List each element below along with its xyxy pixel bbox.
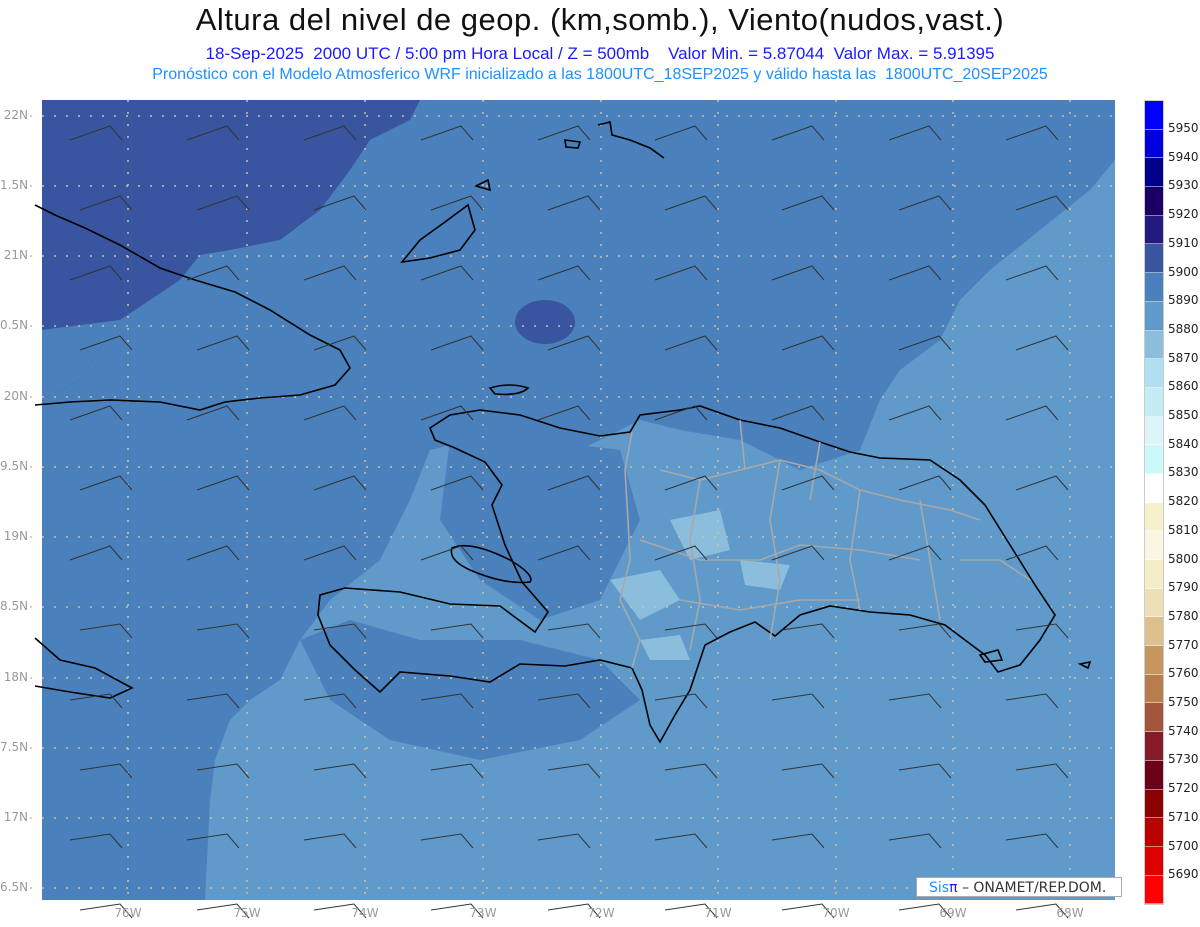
lon-tick-label: 74W bbox=[351, 906, 379, 920]
lat-tick-label: 1.5N bbox=[0, 178, 29, 192]
colorbar-label: 5780 bbox=[1168, 608, 1199, 623]
lat-tick-label: 21N bbox=[3, 248, 28, 262]
lat-tick-label: 22N bbox=[3, 108, 28, 122]
colorbar-swatch bbox=[1145, 273, 1163, 302]
colorbar-label: 5720 bbox=[1168, 781, 1199, 796]
colorbar-swatch bbox=[1145, 473, 1163, 503]
colorbar-swatch bbox=[1145, 301, 1163, 331]
colorbar-label: 5890 bbox=[1168, 293, 1199, 308]
colorbar-swatch bbox=[1145, 387, 1163, 417]
credit-box: Sisπ – ONAMET/REP.DOM. bbox=[916, 877, 1122, 897]
colorbar-swatch bbox=[1145, 703, 1163, 733]
colorbar-label: 5820 bbox=[1168, 494, 1199, 509]
colorbar-label: 5770 bbox=[1168, 637, 1199, 652]
lon-tick-label: 76W bbox=[114, 906, 142, 920]
colorbar-label: 5750 bbox=[1168, 695, 1199, 709]
colorbar-swatch bbox=[1145, 846, 1163, 876]
lon-tick-label: 71W bbox=[704, 906, 732, 920]
colorbar-swatch bbox=[1145, 732, 1163, 761]
colorbar-label: 5950 bbox=[1168, 121, 1199, 135]
lon-tick-label: 73W bbox=[469, 906, 497, 920]
lat-tick-label: 9.5N bbox=[0, 459, 29, 473]
colorbar-swatch bbox=[1145, 101, 1163, 130]
lon-tick-label: 75W bbox=[233, 906, 261, 920]
colorbar-label: 5910 bbox=[1168, 235, 1199, 250]
colorbar-label: 5860 bbox=[1168, 379, 1199, 394]
shading-5900-cell bbox=[515, 300, 575, 344]
colorbar-swatch bbox=[1145, 760, 1163, 790]
colorbar-swatch bbox=[1145, 588, 1163, 618]
colorbar-swatch bbox=[1145, 818, 1163, 847]
colorbar-label: 5930 bbox=[1168, 178, 1199, 193]
colorbar-label: 5870 bbox=[1168, 350, 1199, 365]
colorbar-label: 5940 bbox=[1168, 149, 1199, 164]
lat-tick-label: 0.5N bbox=[0, 318, 29, 332]
colorbar bbox=[1144, 100, 1164, 906]
colorbar-swatch bbox=[1145, 215, 1163, 245]
lat-tick-label: 20N bbox=[3, 389, 28, 403]
colorbar-swatch bbox=[1145, 359, 1163, 388]
colorbar-swatch bbox=[1145, 445, 1163, 474]
colorbar-label: 5850 bbox=[1168, 408, 1199, 422]
colorbar-swatch bbox=[1145, 244, 1163, 274]
colorbar-label: 5900 bbox=[1168, 264, 1199, 279]
colorbar-label: 5830 bbox=[1168, 465, 1199, 480]
colorbar-swatch bbox=[1145, 187, 1163, 216]
colorbar-label: 5710 bbox=[1168, 809, 1199, 824]
credit-pi-logo: π bbox=[949, 880, 958, 896]
colorbar-label: 5920 bbox=[1168, 207, 1199, 222]
colorbar-label: 5700 bbox=[1168, 838, 1199, 853]
colorbar-label: 5760 bbox=[1168, 666, 1199, 681]
colorbar-swatch bbox=[1145, 674, 1163, 704]
lon-tick-label: 68W bbox=[1056, 906, 1084, 920]
credit-sis: Sis bbox=[929, 880, 950, 896]
lat-tick-label: 19N bbox=[3, 529, 28, 543]
colorbar-swatch bbox=[1145, 416, 1163, 446]
lon-tick-label: 70W bbox=[822, 906, 850, 920]
colorbar-label: 5690 bbox=[1168, 867, 1199, 882]
colorbar-label: 5810 bbox=[1168, 522, 1199, 537]
colorbar-swatch bbox=[1145, 646, 1163, 675]
lat-tick-label: 8.5N bbox=[0, 599, 29, 613]
credit-org: – ONAMET/REP.DOM. bbox=[957, 880, 1107, 896]
lat-tick-label: 7.5N bbox=[0, 740, 29, 754]
colorbar-label: 5740 bbox=[1168, 723, 1199, 738]
colorbar-label: 5880 bbox=[1168, 321, 1199, 336]
lat-tick-label: 18N bbox=[3, 670, 28, 684]
colorbar-swatch bbox=[1145, 502, 1163, 532]
colorbar-label: 5800 bbox=[1168, 551, 1199, 566]
colorbar-swatch bbox=[1145, 560, 1163, 589]
lon-tick-label: 69W bbox=[939, 906, 967, 920]
colorbar-swatch bbox=[1145, 158, 1163, 188]
colorbar-swatch bbox=[1145, 129, 1163, 159]
colorbar-label: 5790 bbox=[1168, 580, 1199, 595]
colorbar-swatch bbox=[1145, 330, 1163, 360]
lon-tick-label: 72W bbox=[587, 906, 615, 920]
lat-tick-label: 6.5N bbox=[0, 880, 29, 894]
colorbar-label: 5730 bbox=[1168, 752, 1199, 767]
colorbar-swatch bbox=[1145, 617, 1163, 647]
colorbar-label: 5840 bbox=[1168, 436, 1199, 451]
colorbar-swatch bbox=[1145, 875, 1163, 905]
lat-tick-label: 17N bbox=[3, 810, 28, 824]
colorbar-swatch bbox=[1145, 531, 1163, 560]
geopotential-map bbox=[30, 100, 1115, 919]
colorbar-swatch bbox=[1145, 789, 1163, 819]
